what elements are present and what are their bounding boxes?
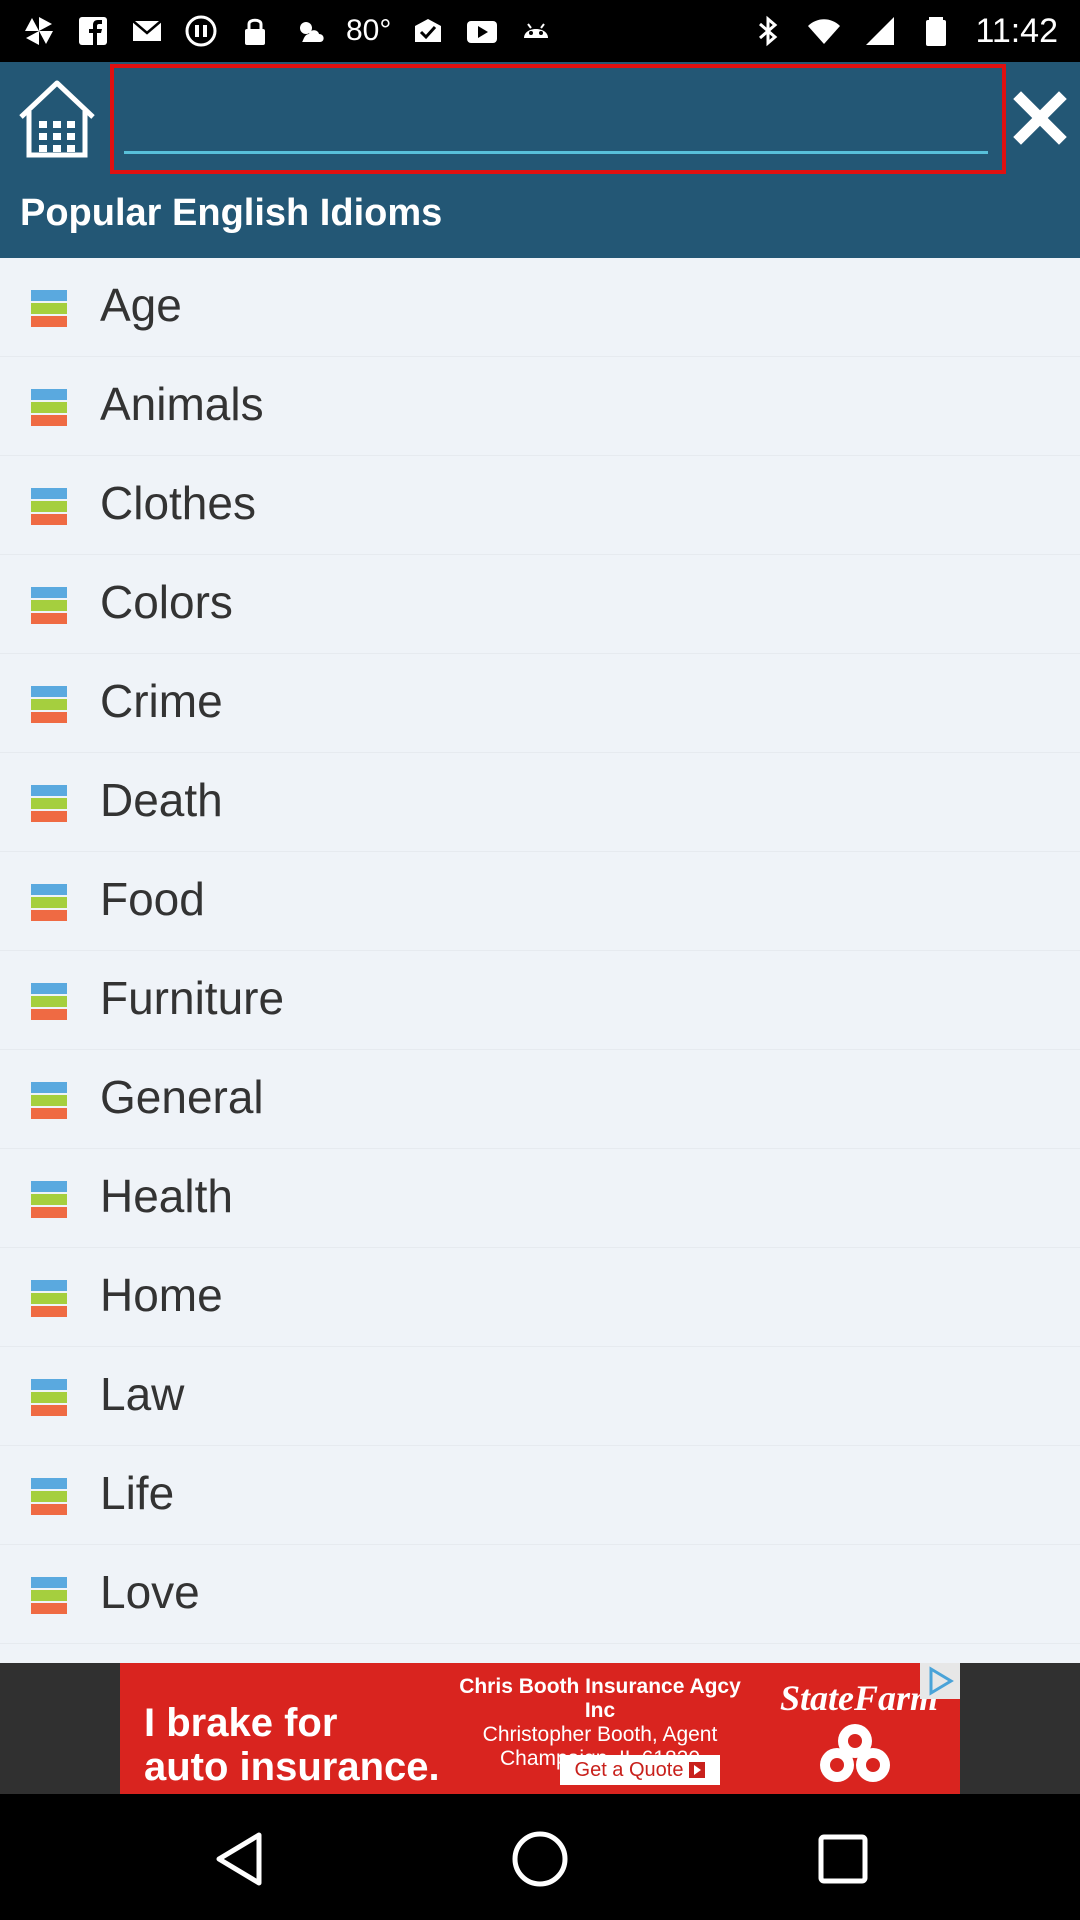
list-stack-icon <box>31 1478 67 1515</box>
home-button[interactable] <box>12 72 102 167</box>
list-stack-icon <box>31 785 67 822</box>
list-stack-icon <box>31 1082 67 1119</box>
notification-icons: 80° <box>22 10 553 52</box>
system-icons: 11:42 <box>751 10 1058 52</box>
home-circle-icon <box>512 1831 568 1887</box>
list-stack-icon <box>31 884 67 921</box>
search-input[interactable] <box>124 78 988 154</box>
list-item-label: Health <box>100 1170 233 1222</box>
list-item-label: Clothes <box>100 477 256 529</box>
ad-agent-name: Christopher Booth, Agent <box>482 1723 718 1746</box>
recents-icon <box>818 1834 868 1884</box>
ad-agency: Chris Booth Insurance Agcy Inc <box>459 1675 741 1722</box>
wifi-icon <box>807 14 841 48</box>
weather-icon <box>292 14 326 48</box>
list-item-label: Colors <box>100 576 233 628</box>
list-item-label: Furniture <box>100 972 285 1024</box>
list-item-label: Food <box>100 873 205 925</box>
list-item-label: Love <box>100 1566 200 1618</box>
list-item-label: Animals <box>100 378 264 430</box>
close-icon <box>1013 91 1067 145</box>
bluetooth-icon <box>751 14 785 48</box>
list-item-label: General <box>100 1071 264 1123</box>
list-item[interactable]: General <box>0 1050 1080 1149</box>
list-item[interactable]: Law <box>0 1347 1080 1446</box>
youtube-icon <box>465 14 499 48</box>
media-icon <box>184 14 218 48</box>
idiom-category-list: Age Animals Clothes Colors Crime Death F… <box>0 258 1080 1663</box>
list-stack-icon <box>31 587 67 624</box>
list-stack-icon <box>31 1181 67 1218</box>
list-item[interactable]: Health <box>0 1149 1080 1248</box>
signal-icon <box>863 14 897 48</box>
ad-area: I brake for auto insurance. Chris Booth … <box>0 1663 1080 1794</box>
list-item[interactable]: Death <box>0 753 1080 852</box>
clock: 11:42 <box>975 11 1058 50</box>
ad-choices-button[interactable] <box>920 1663 960 1699</box>
app-header: Popular English Idioms <box>0 62 1080 258</box>
page-title: Popular English Idioms <box>20 192 443 234</box>
ad-choices-icon <box>929 1666 954 1696</box>
temperature-label: 80° <box>346 14 392 47</box>
ad-headline-line1: I brake for <box>144 1701 338 1745</box>
back-icon <box>216 1832 262 1886</box>
list-item-label: Death <box>100 774 223 826</box>
home-icon <box>19 80 95 157</box>
get-quote-button[interactable]: Get a Quote <box>560 1755 720 1785</box>
ad-brand: StateFarm <box>780 1678 939 1718</box>
mail-icon <box>130 14 164 48</box>
list-item[interactable]: Life <box>0 1446 1080 1545</box>
list-item[interactable]: Home <box>0 1248 1080 1347</box>
list-item[interactable]: Furniture <box>0 951 1080 1050</box>
list-item-label: Age <box>100 279 182 331</box>
list-stack-icon <box>31 1379 67 1416</box>
pinwheel-icon <box>22 14 56 48</box>
list-stack-icon <box>31 290 67 327</box>
back-button[interactable] <box>204 1824 274 1894</box>
list-stack-icon <box>31 1280 67 1317</box>
list-item[interactable]: Love <box>0 1545 1080 1644</box>
checkmark-icon <box>411 14 445 48</box>
list-item-label: Crime <box>100 675 223 727</box>
close-button[interactable] <box>1010 88 1070 148</box>
list-item-label: Home <box>100 1269 223 1321</box>
ad-banner[interactable]: I brake for auto insurance. Chris Booth … <box>120 1663 960 1794</box>
home-nav-button[interactable] <box>505 1824 575 1894</box>
list-item[interactable]: Clothes <box>0 456 1080 555</box>
list-stack-icon <box>31 488 67 525</box>
play-arrow-icon <box>689 1762 706 1778</box>
recents-button[interactable] <box>808 1824 878 1894</box>
list-item-label: Law <box>100 1368 185 1420</box>
list-stack-icon <box>31 1577 67 1614</box>
list-item[interactable]: Colors <box>0 555 1080 654</box>
battery-icon <box>919 14 953 48</box>
list-item[interactable]: Crime <box>0 654 1080 753</box>
statefarm-logo-icon <box>820 1724 890 1782</box>
list-stack-icon <box>31 983 67 1020</box>
list-item[interactable]: Food <box>0 852 1080 951</box>
ad-headline: I brake for auto insurance. <box>144 1701 444 1789</box>
app-screen: 80° 11:42 Popular English Idioms Age Ani… <box>0 0 1080 1920</box>
android-icon <box>519 14 553 48</box>
list-item[interactable]: Animals <box>0 357 1080 456</box>
list-item[interactable]: Age <box>0 258 1080 357</box>
facebook-icon <box>76 14 110 48</box>
get-quote-label: Get a Quote <box>574 1758 684 1781</box>
ad-headline-line2: auto insurance. <box>144 1745 440 1789</box>
status-bar: 80° 11:42 <box>0 0 1080 62</box>
list-stack-icon <box>31 686 67 723</box>
list-stack-icon <box>31 389 67 426</box>
list-item-label: Life <box>100 1467 175 1519</box>
navigation-bar <box>0 1794 1080 1920</box>
search-box <box>110 64 1006 174</box>
lock-icon <box>238 14 272 48</box>
